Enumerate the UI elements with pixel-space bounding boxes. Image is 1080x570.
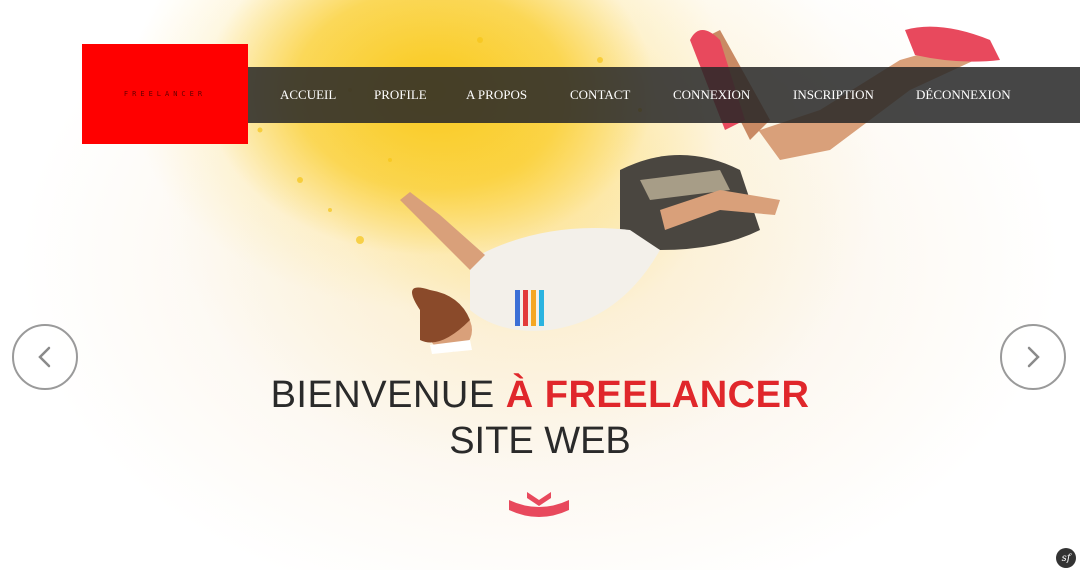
nav-item-a-propos[interactable]: A PROPOS: [466, 87, 527, 103]
chevron-right-icon: [1027, 346, 1040, 368]
hero-title-accent: À FREELANCER: [505, 374, 810, 416]
symfony-icon[interactable]: sf: [1056, 548, 1076, 568]
hero-title-main: BIENVENUE: [270, 374, 506, 416]
nav-item-deconnexion[interactable]: DÉCONNEXION: [916, 87, 1011, 103]
nav-item-connexion[interactable]: CONNEXION: [673, 87, 750, 103]
logo-text: FREELANCER: [123, 90, 207, 98]
nav-item-profile[interactable]: PROFILE: [374, 87, 427, 103]
chevron-left-icon: [38, 346, 51, 368]
nav-item-accueil[interactable]: ACCUEIL: [280, 87, 336, 103]
site-logo[interactable]: FREELANCER: [82, 44, 248, 144]
hero-subtitle: SITE WEB: [449, 420, 631, 462]
symfony-badge-text: sf: [1061, 552, 1071, 564]
chevron-down-icon: [509, 492, 569, 517]
nav-item-inscription[interactable]: INSCRIPTION: [793, 87, 874, 103]
main-navbar: ACCUEIL PROFILE A PROPOS CONTACT CONNEXI…: [248, 67, 1080, 123]
hero-title: BIENVENUE À FREELANCER: [0, 374, 1080, 417]
scroll-down-button[interactable]: [505, 490, 573, 524]
nav-item-contact[interactable]: CONTACT: [570, 87, 630, 103]
